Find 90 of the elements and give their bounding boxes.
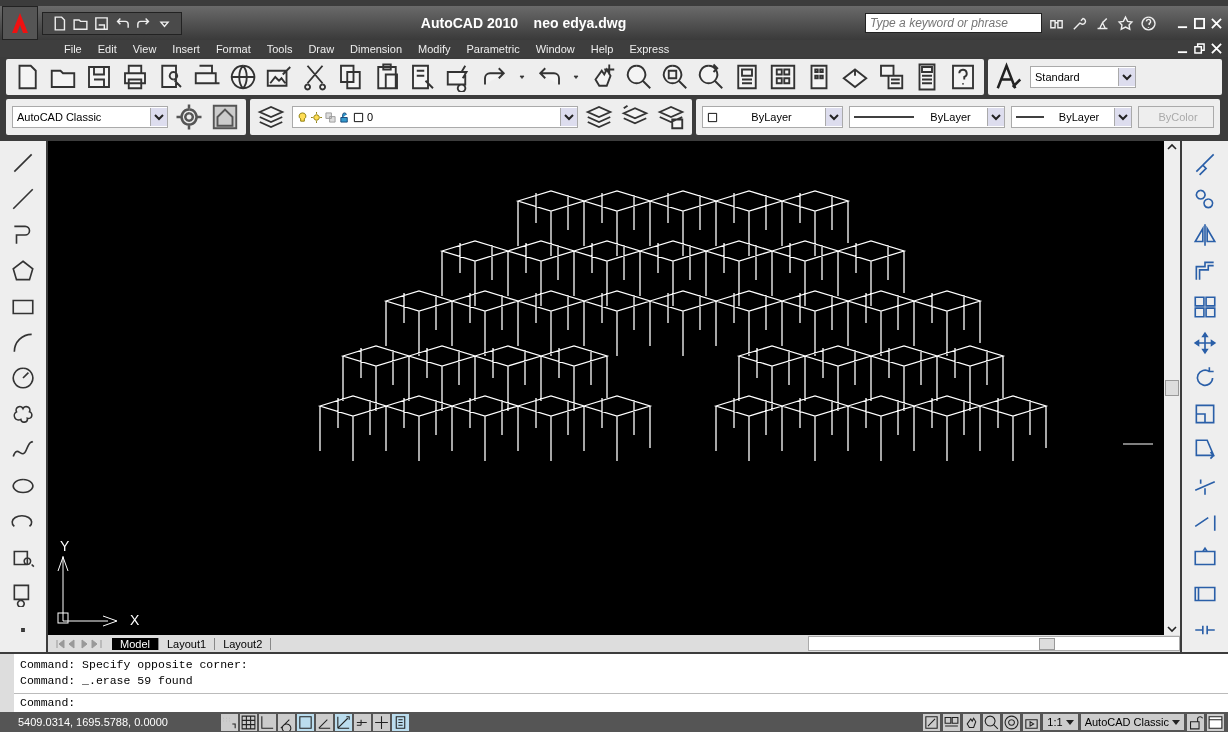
object-snap-icon[interactable] <box>297 713 314 731</box>
scrollbar-thumb[interactable] <box>1039 637 1055 650</box>
workspace-switch-button[interactable]: AutoCAD Classic <box>1080 714 1184 730</box>
menu-item[interactable]: File <box>56 42 90 55</box>
quick-properties-icon[interactable] <box>392 713 409 731</box>
grid-panel-icon[interactable] <box>768 62 798 92</box>
coordinates-readout: 5409.0314, 1695.5788, 0.0000 <box>17 716 169 728</box>
scroll-down-icon[interactable] <box>1166 623 1178 635</box>
color-swatch-icon <box>353 111 364 123</box>
color-dropdown[interactable]: ByLayer <box>702 106 843 128</box>
sun-icon <box>311 111 322 123</box>
cursor-line <box>1122 443 1153 445</box>
layout-tab[interactable]: Layout1 <box>158 637 216 650</box>
track-icon[interactable] <box>316 713 333 731</box>
lineweight-dropdown[interactable]: ByLayer <box>1011 106 1132 128</box>
zoom-icon[interactable] <box>624 62 654 92</box>
chevron-down-icon[interactable] <box>150 108 167 126</box>
star-icon[interactable] <box>1117 14 1134 32</box>
scrollbar-thumb[interactable] <box>1165 380 1179 396</box>
dynamic-input-icon[interactable] <box>354 713 371 731</box>
menu-item[interactable]: Help <box>582 42 622 55</box>
chevron-down-icon[interactable] <box>1114 108 1131 126</box>
padlock-icon <box>339 111 350 123</box>
caret-icon <box>1172 718 1180 726</box>
zoom-status-icon[interactable] <box>983 713 1001 731</box>
model-layout-icon[interactable] <box>923 713 941 731</box>
layout-tab[interactable]: Layout2 <box>215 637 272 650</box>
save-icon[interactable] <box>93 14 110 32</box>
annotation-scale-button[interactable]: 1:1 <box>1043 714 1078 730</box>
menu-item[interactable]: Draw <box>300 42 343 55</box>
menu-item[interactable]: Parametric <box>458 42 528 55</box>
app-menu-button[interactable] <box>2 6 38 40</box>
command-history-line: Command: _.erase 59 found <box>20 673 194 689</box>
x-axis-label: X <box>130 612 140 628</box>
ucs-icon <box>57 555 118 627</box>
maximize-icon[interactable] <box>1194 17 1205 29</box>
y-axis-label: Y <box>60 538 70 554</box>
chevron-down-icon[interactable] <box>825 108 842 126</box>
polar-icon[interactable] <box>278 713 295 731</box>
command-history-line: Command: Specify opposite corner: <box>20 657 249 673</box>
line-sample-icon <box>1016 115 1044 119</box>
ortho-icon[interactable] <box>259 713 276 731</box>
menu-item[interactable]: Tools <box>258 42 301 55</box>
horizontal-scrollbar[interactable] <box>808 636 1180 651</box>
showmotion-icon[interactable] <box>1023 713 1041 731</box>
workspace-dropdown[interactable]: AutoCAD Classic <box>12 106 168 128</box>
snap-icon[interactable] <box>221 713 238 731</box>
chevron-down-icon[interactable] <box>1118 68 1135 86</box>
help-icon[interactable] <box>1140 14 1157 32</box>
viewport-icon <box>325 111 336 123</box>
layout-tab[interactable]: Model <box>112 637 159 650</box>
grid-icon[interactable] <box>240 713 257 731</box>
clean-screen-icon[interactable] <box>1207 713 1224 731</box>
gear-icon[interactable] <box>174 102 204 132</box>
menu-item[interactable]: Express <box>621 42 678 55</box>
array-icon[interactable] <box>1192 293 1218 320</box>
menu-item[interactable]: Modify <box>410 42 459 55</box>
search-field[interactable]: Type a keyword or phrase <box>865 13 1042 33</box>
quick-view-icon[interactable] <box>943 713 961 731</box>
lightbulb-icon <box>297 111 308 123</box>
chevron-down-icon[interactable] <box>987 108 1004 126</box>
zoom-previous-icon[interactable] <box>696 62 726 92</box>
menu-item[interactable]: Insert <box>164 42 208 55</box>
chevron-down-icon[interactable] <box>560 108 577 126</box>
steering-wheel-icon[interactable] <box>1003 713 1021 731</box>
lineweight-icon[interactable] <box>373 713 390 731</box>
text-style-icon[interactable] <box>994 62 1024 92</box>
padlock-icon[interactable] <box>1187 713 1204 731</box>
linetype-dropdown[interactable]: ByLayer <box>849 106 1005 128</box>
close-icon[interactable] <box>1211 17 1222 29</box>
line-sample-icon <box>854 115 914 119</box>
menu-item[interactable]: Edit <box>89 42 125 55</box>
menu-item[interactable]: Dimension <box>342 42 411 55</box>
close-icon[interactable] <box>1211 43 1222 54</box>
layer-dropdown[interactable]: 0 <box>292 106 578 128</box>
caret-icon <box>1065 718 1074 726</box>
globe-icon[interactable] <box>228 62 258 92</box>
menu-item[interactable]: Window <box>527 42 583 55</box>
ucs-icon[interactable] <box>335 713 352 731</box>
house-icon[interactable] <box>210 102 240 132</box>
mirror-icon[interactable] <box>1192 221 1218 248</box>
color-swatch-icon <box>707 111 718 123</box>
menu-item[interactable]: View <box>124 42 165 55</box>
vertical-scrollbar[interactable] <box>1164 141 1180 635</box>
window-title: AutoCAD 2010 neo edya.dwg <box>419 15 628 31</box>
zoom-window-icon[interactable] <box>660 62 690 92</box>
drawing-canvas[interactable]: Y X <box>48 141 1164 635</box>
restore-icon[interactable] <box>1194 43 1205 54</box>
text-style-dropdown[interactable]: Standard <box>1030 66 1136 88</box>
menu-item[interactable]: Format <box>207 42 259 55</box>
